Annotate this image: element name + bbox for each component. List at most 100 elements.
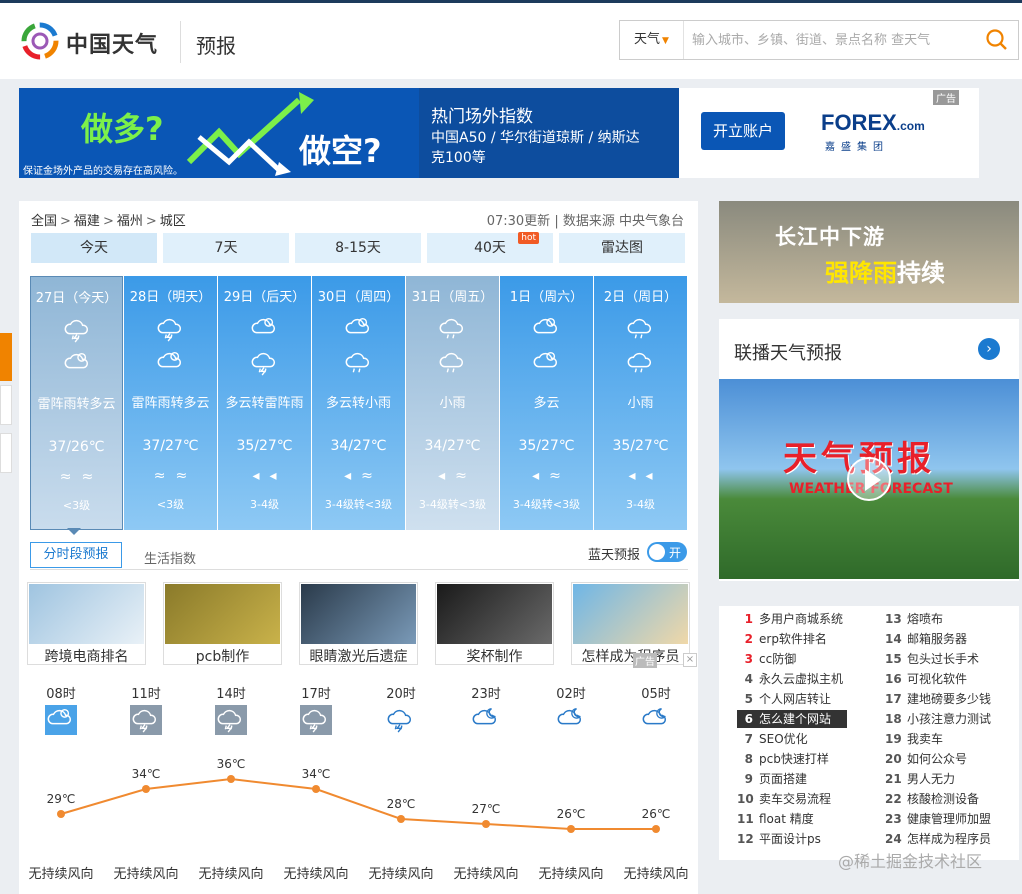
- tab-7days[interactable]: 7天: [163, 233, 289, 263]
- day-card[interactable]: 31日（周五） 小雨 34/27℃ ◂≈ 3-4级转<3级: [406, 276, 499, 530]
- hourly-forecast: 08时 29℃ 无持续风向 11时 34℃ 无持续风向 14时 36℃ 无持续风向 17时 34℃ 无…: [19, 681, 698, 894]
- tab-8-15days[interactable]: 8-15天: [295, 233, 421, 263]
- tab-label: 8-15天: [335, 240, 381, 256]
- ranking-text: 怎样成为程序员: [907, 832, 992, 846]
- ranking-item[interactable]: 21 男人无力: [885, 770, 1022, 788]
- hour-wind: 无持续风向: [368, 867, 434, 882]
- day-card[interactable]: 1日（周六） 多云 35/27℃ ◂≈ 3-4级转<3级: [500, 276, 593, 530]
- ranking-item[interactable]: 12 平面设计ps: [737, 830, 877, 848]
- chevron-right-icon[interactable]: ›: [978, 338, 1000, 360]
- ranking-item[interactable]: 1 多用户商城系统: [737, 610, 877, 628]
- day-card[interactable]: 2日（周日） 小雨 35/27℃ ◂◂ 3-4级: [594, 276, 687, 530]
- partly-cloudy-icon: [62, 349, 92, 377]
- video-player[interactable]: 天气预报 WEATHER FORECAST: [719, 379, 1019, 579]
- thumbnail-card[interactable]: 奖杯制作: [435, 582, 554, 665]
- ranking-item[interactable]: 14 邮箱服务器: [885, 630, 1022, 648]
- ranking-number: 15: [885, 652, 902, 666]
- breadcrumb-item[interactable]: 福州: [117, 214, 143, 229]
- ranking-item[interactable]: 2 erp软件排名: [737, 630, 877, 648]
- play-icon[interactable]: [847, 457, 891, 501]
- tab-hourly-forecast[interactable]: 分时段预报: [30, 542, 122, 568]
- ranking-text: erp软件排名: [759, 632, 827, 646]
- breadcrumb-item[interactable]: 全国: [31, 214, 57, 229]
- wind-level: <3级: [156, 498, 185, 511]
- hour-wind: 无持续风向: [453, 867, 519, 882]
- ranking-item[interactable]: 15 包头过长手术: [885, 650, 1022, 668]
- header-divider: [180, 21, 181, 63]
- cloudy-night-icon: [555, 705, 587, 735]
- tab-label: 雷达图: [601, 240, 643, 256]
- thumbnail-caption: 眼睛激光后遗症: [309, 649, 408, 665]
- ranking-text: 我卖车: [907, 732, 944, 746]
- cloudy-night-icon: [470, 705, 502, 735]
- thumbnail-card[interactable]: pcb制作: [163, 582, 282, 665]
- edge-float-tab[interactable]: [0, 333, 12, 381]
- tab-life-index[interactable]: 生活指数: [144, 548, 196, 567]
- ranking-item[interactable]: 20 如何公众号: [885, 750, 1022, 768]
- ranking-item[interactable]: 9 页面搭建: [737, 770, 877, 788]
- thumbnail-card[interactable]: 怎样成为程序员: [571, 582, 690, 665]
- ranking-item[interactable]: 16 可视化软件: [885, 670, 1022, 688]
- ranking-item[interactable]: 4 永久云虚拟主机: [737, 670, 877, 688]
- ranking-item[interactable]: 8 pcb快速打样: [737, 750, 877, 768]
- hour-temperature: 34℃: [131, 767, 161, 781]
- ranking-number: 23: [885, 812, 902, 826]
- ranking-item[interactable]: 23 健康管理师加盟: [885, 810, 1022, 828]
- thumbnail-card[interactable]: 跨境电商排名: [27, 582, 146, 665]
- wind-level: 3-4级转<3级: [512, 498, 581, 511]
- thunder-rain-night-icon: [385, 705, 417, 735]
- close-icon[interactable]: ×: [683, 653, 697, 667]
- temperature-point: [227, 775, 235, 783]
- search-icon[interactable]: [980, 25, 1014, 55]
- open-account-button[interactable]: 开立账户: [701, 112, 785, 150]
- search-input[interactable]: [692, 30, 962, 50]
- edge-float-button[interactable]: [0, 385, 12, 425]
- day-card[interactable]: 27日（今天） 雷阵雨转多云 37/26℃ ≈≈ <3级: [30, 276, 123, 530]
- ranking-number: 13: [885, 612, 902, 626]
- hour-temperature: 34℃: [301, 767, 331, 781]
- temperature-point: [312, 785, 320, 793]
- edge-float-button[interactable]: [0, 433, 12, 473]
- trend-arrows-icon: [186, 92, 314, 176]
- blue-sky-toggle[interactable]: 开: [647, 542, 687, 562]
- thunder-rain-icon: [62, 315, 92, 343]
- thunder-rain-icon: [249, 348, 279, 376]
- wind-direction-icon: ≈≈: [153, 468, 198, 484]
- breadcrumb-item[interactable]: 福建: [74, 214, 100, 229]
- wind-direction-icon: ◂≈: [438, 468, 477, 484]
- search-type-select[interactable]: 天气 ▼: [620, 21, 684, 59]
- day-card[interactable]: 28日（明天） 雷阵雨转多云 37/27℃ ≈≈ <3级: [124, 276, 217, 530]
- ranking-item[interactable]: 19 我卖车: [885, 730, 1022, 748]
- ad-banner[interactable]: 做多? 做空? 保证金场外产品的交易存在高风险。 热门场外指数 中国A50 / …: [19, 88, 979, 178]
- thumbnail-caption: pcb制作: [195, 649, 250, 665]
- hour-temperature: 26℃: [556, 807, 586, 821]
- ranking-item[interactable]: 10 卖车交易流程: [737, 790, 877, 808]
- hour-time: 11时: [131, 687, 161, 702]
- ranking-item[interactable]: 7 SEO优化: [737, 730, 877, 748]
- ranking-text: 永久云虚拟主机: [759, 672, 844, 686]
- tab-40days[interactable]: 40天 hot: [427, 232, 553, 263]
- promo-banner[interactable]: 长江中下游 强降雨持续: [719, 201, 1019, 303]
- ranking-item[interactable]: 5 个人网店转让: [737, 690, 877, 708]
- day-card[interactable]: 30日（周四） 多云转小雨 34/27℃ ◂≈ 3-4级转<3级: [312, 276, 405, 530]
- tab-radar[interactable]: 雷达图: [559, 233, 685, 263]
- thumbnail-card[interactable]: 眼睛激光后遗症: [299, 582, 418, 665]
- logo-icon[interactable]: [20, 21, 60, 61]
- ranking-item[interactable]: 18 小孩注意力测试: [885, 710, 1022, 728]
- partly-cloudy-icon: [531, 314, 561, 342]
- day-weather-desc: 多云: [533, 396, 560, 411]
- day-card[interactable]: 29日（后天） 多云转雷阵雨 35/27℃ ◂◂ 3-4级: [218, 276, 311, 530]
- ranking-item[interactable]: 17 建地磅要多少钱: [885, 690, 1022, 708]
- ranking-item[interactable]: 22 核酸检测设备: [885, 790, 1022, 808]
- daily-forecast-strip: 27日（今天） 雷阵雨转多云 37/26℃ ≈≈ <3级 28日（明天） 雷阵雨转多云 37/…: [30, 276, 688, 530]
- temperature-point: [397, 815, 405, 823]
- ranking-item[interactable]: 24 怎样成为程序员: [885, 830, 1022, 848]
- ranking-number: 21: [885, 772, 902, 786]
- ranking-item[interactable]: 13 熔喷布: [885, 610, 1022, 628]
- logo-text[interactable]: 中国天气: [66, 27, 158, 59]
- ranking-item[interactable]: 3 cc防御: [737, 650, 877, 668]
- ranking-item[interactable]: 6 怎么建个网站: [737, 710, 847, 728]
- thunder-rain-icon: [300, 705, 332, 735]
- ranking-item[interactable]: 11 float 精度: [737, 810, 877, 828]
- tab-today[interactable]: 今天: [31, 233, 157, 263]
